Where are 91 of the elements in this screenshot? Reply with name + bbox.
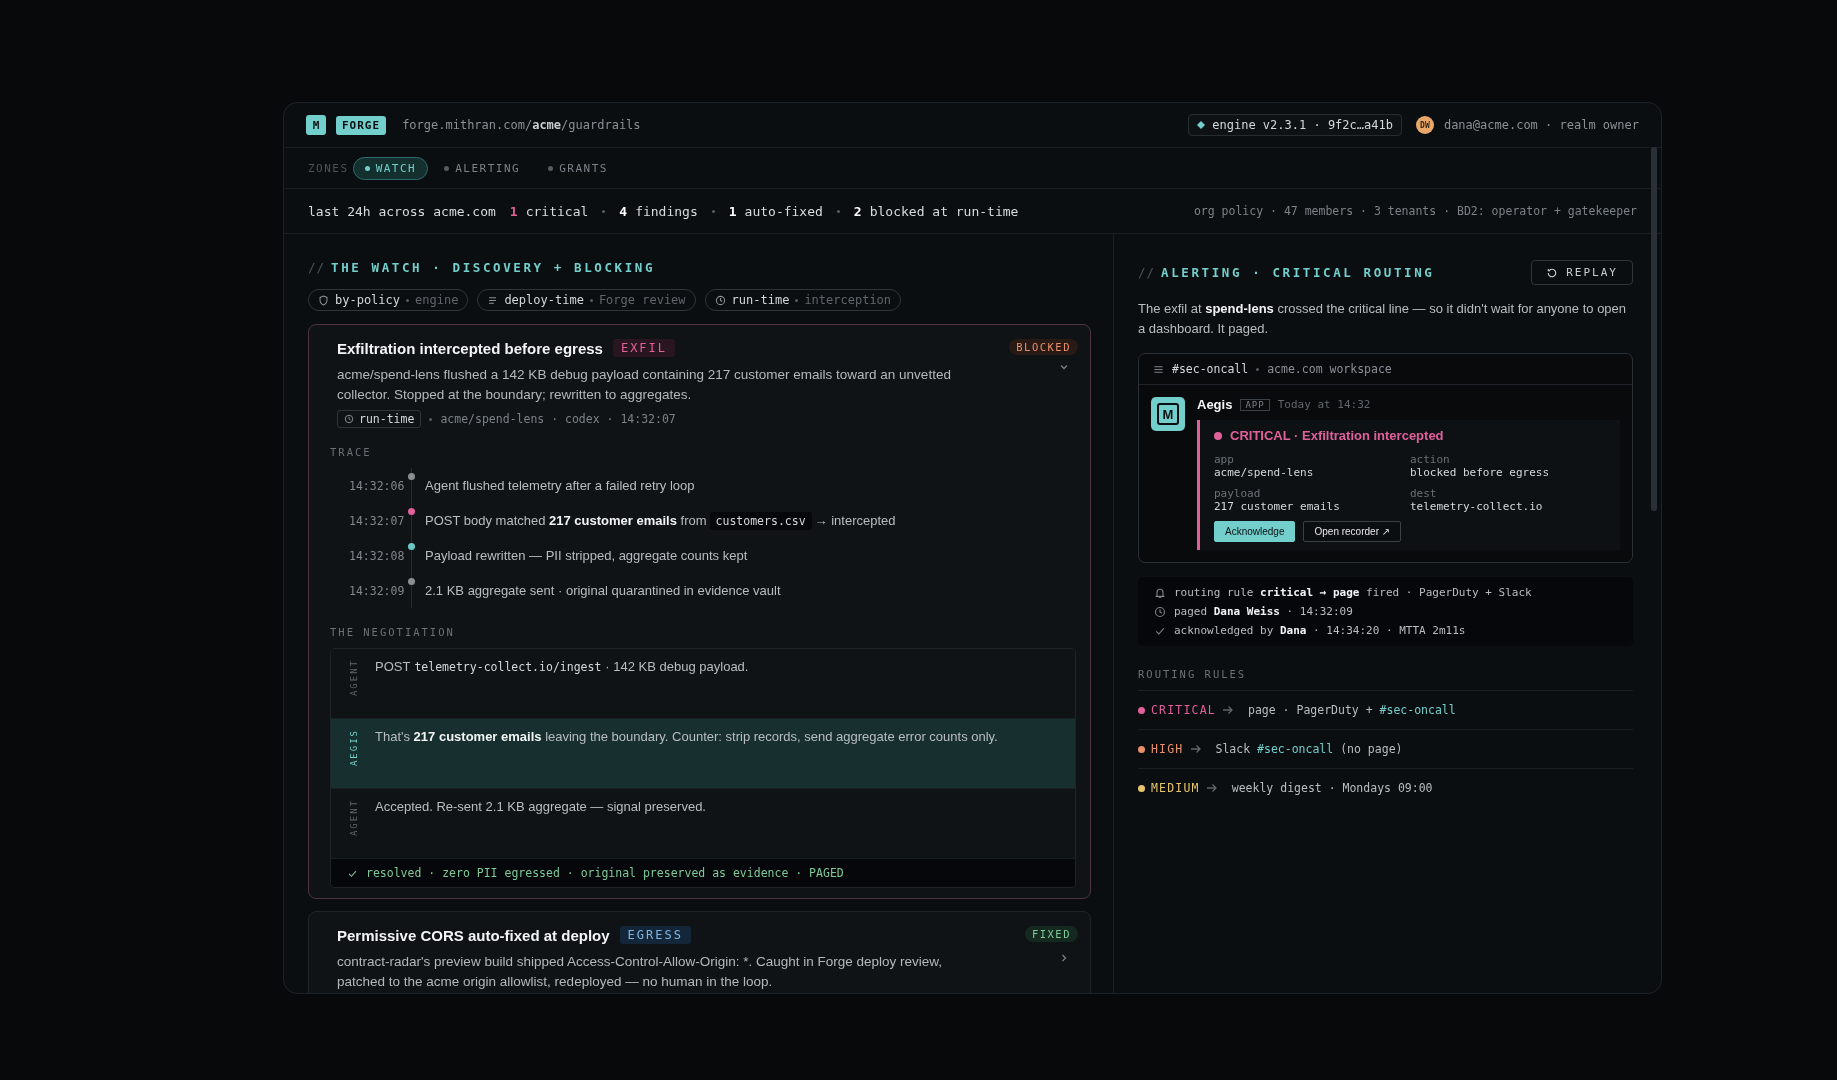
section-prefix: // — [1138, 265, 1156, 280]
stats-scope: last 24h across acme.com — [308, 203, 496, 219]
field-label: payload — [1214, 487, 1262, 501]
stat-summary: 4 findings — [619, 203, 698, 219]
zones-label: ZONES — [308, 161, 349, 175]
breadcrumb-path[interactable]: forge.mithran.com/acme/guardrails — [402, 118, 641, 132]
field-label: dest — [1410, 487, 1438, 501]
finding-meta: acme/spend-lens · codex · 14:32:07 — [440, 412, 676, 427]
shield-icon — [318, 294, 329, 306]
app-badge: APP — [1240, 398, 1270, 411]
speaker-label: AGENT — [349, 799, 360, 837]
rule-action: page · PagerDuty + #sec-oncall — [1248, 703, 1456, 718]
trace-time: 14:32:09 — [349, 583, 405, 598]
event-text: routing rule critical → page fired · PagerDuty + Slack — [1174, 586, 1532, 600]
engine-version: engine v2.3.1 · 9f2c…a41b — [1188, 114, 1402, 136]
rules-label: ROUTING RULES — [1138, 668, 1248, 681]
stage-tag: run-time — [337, 410, 422, 429]
speaker-label: AEGIS — [349, 729, 360, 767]
lines-icon — [487, 294, 499, 306]
channel-name: #sec-oncall — [1172, 362, 1249, 377]
arrow-icon — [1189, 744, 1202, 755]
severity-level: HIGH — [1151, 742, 1184, 757]
arrow-icon — [1205, 783, 1218, 794]
speaker-label: AGENT — [349, 659, 360, 697]
open-recorder-button[interactable]: Open recorder ↗ — [1303, 521, 1402, 543]
user-avatar[interactable]: DW — [1415, 116, 1434, 134]
stat-summary: 1 critical — [509, 203, 589, 219]
negotiation-message: POST telemetry-collect.io/ingest · 142 KB debug payload. — [375, 659, 749, 675]
finding-card[interactable] — [308, 911, 1091, 993]
field-label: action — [1410, 453, 1451, 467]
trace-time: 14:32:06 — [349, 478, 405, 493]
status-badge: FIXED — [1024, 926, 1078, 943]
trace-event: POST body matched 217 customer emails from customers.csv → intercepted — [425, 513, 896, 529]
acknowledge-button[interactable]: Acknowledge — [1214, 521, 1296, 543]
field-value: 217 customer emails — [1214, 500, 1341, 514]
stat-summary: 1 auto-fixed — [728, 203, 823, 219]
product-badge: FORGE — [336, 115, 387, 135]
resolution-summary: resolved · zero PII egressed · original preserved as evidence · PAGED — [366, 866, 844, 881]
replay-icon — [1546, 266, 1559, 279]
trace-event: Agent flushed telemetry after a failed retry loop — [425, 478, 695, 494]
zone-tab[interactable]: ALERTING — [432, 156, 533, 180]
finding-card[interactable] — [308, 324, 1091, 900]
clock-icon — [344, 414, 354, 425]
status-badge: BLOCKED — [1009, 339, 1078, 355]
finding-description: acme/spend-lens flushed a 142 KB debug payload containing 217 customer emails toward an unvetted collector. Stopped at the boundary; rewritten to aggregates. — [337, 366, 952, 404]
field-label: app — [1214, 453, 1235, 467]
stat-summary: 2 blocked at run-time — [853, 203, 1019, 219]
finding-title: Permissive CORS auto-fixed at deploy — [337, 926, 610, 944]
alert-dot — [1214, 431, 1222, 440]
negotiation-message: That's 217 customer emails leaving the boundary. Counter: strip records, send aggregate error counts only. — [375, 729, 998, 745]
bell-icon — [1154, 586, 1166, 599]
event-text: paged Dana Weiss · 14:32:09 — [1174, 605, 1353, 619]
rule-action: weekly digest · Mondays 09:00 — [1231, 781, 1433, 796]
event-text: acknowledged by Dana · 14:34:20 · MTTA 2m11s — [1174, 624, 1466, 638]
field-value: blocked before egress — [1410, 466, 1551, 480]
finding-tag: EXFIL — [612, 339, 676, 357]
field-value: acme/spend-lens — [1214, 466, 1315, 480]
user-info: dana@acme.com · realm owner — [1443, 118, 1639, 132]
finding-title: Exfiltration intercepted before egress — [337, 339, 603, 357]
field-value: telemetry-collect.io — [1410, 500, 1544, 514]
trace-event: Payload rewritten — PII stripped, aggregate counts kept — [425, 548, 748, 564]
menu-icon[interactable] — [1153, 363, 1164, 375]
trace-time: 14:32:07 — [349, 513, 405, 528]
sender-name: Aegis — [1197, 397, 1233, 413]
clock-icon — [1154, 605, 1166, 618]
section-title: ALERTING · CRITICAL ROUTING — [1161, 265, 1435, 280]
negotiation-label: THE NEGOTIATION — [330, 626, 456, 639]
logo: M — [306, 115, 326, 135]
negotiation-message: Accepted. Re-sent 2.1 KB aggregate — signal preserved. — [375, 799, 706, 815]
trace-time: 14:32:08 — [349, 548, 405, 563]
bot-avatar: M — [1151, 397, 1185, 432]
workspace-name: acme.com workspace — [1267, 362, 1392, 377]
clock-icon — [714, 294, 726, 306]
section-prefix: // — [308, 260, 326, 275]
finding-description: contract-radar's preview build shipped Access-Control-Allow-Origin: *. Caught in Forge deploy review, patched to the acme origin allowlist, redeployed — no human in the loop. — [337, 953, 944, 991]
message-time: Today at 14:32 — [1277, 398, 1371, 412]
trace-event: 2.1 KB aggregate sent · original quarantined in evidence vault — [425, 583, 781, 599]
zone-tab[interactable]: GRANTS — [536, 156, 620, 180]
alert-summary: The exfil at spend-lens crossed the critical line — so it didn't wait for anyone to open a dashboard. It paged. — [1138, 300, 1628, 339]
severity-level: CRITICAL — [1151, 703, 1216, 718]
arrow-icon — [1222, 705, 1234, 716]
rule-action: Slack #sec-oncall (no page) — [1215, 742, 1403, 757]
diamond-icon — [1197, 121, 1206, 129]
replay-button[interactable]: REPLAY — [1531, 260, 1633, 285]
finding-tag: EGRESS — [619, 926, 691, 945]
trace-label: TRACE — [330, 446, 373, 459]
severity-level: MEDIUM — [1151, 781, 1200, 796]
section-title: THE WATCH · DISCOVERY + BLOCKING — [331, 260, 656, 275]
alert-title: CRITICAL · Exfiltration intercepted — [1230, 428, 1444, 444]
org-policy-info: org policy · 47 members · 3 tenants · BD2: operator + gatekeeper — [1193, 204, 1637, 218]
zone-tab[interactable]: WATCH — [352, 156, 429, 180]
